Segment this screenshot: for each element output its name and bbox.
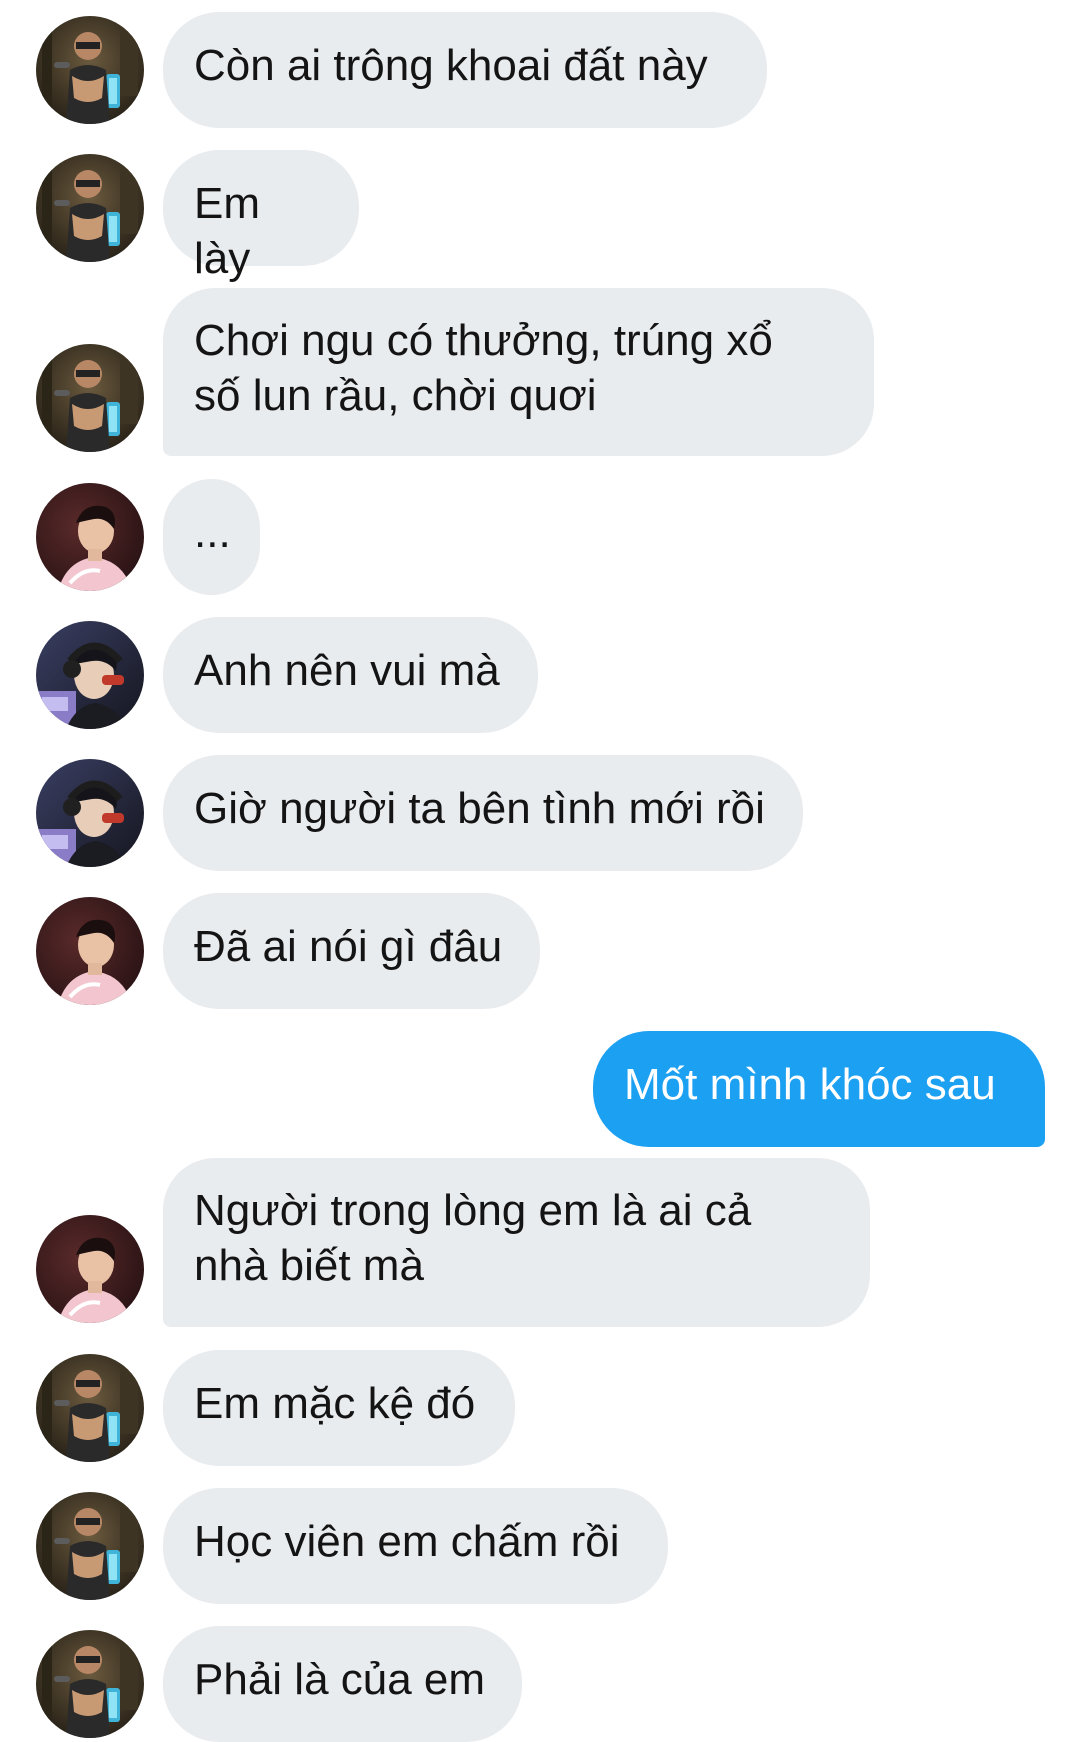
message-thread: Còn ai trông khoai đất này Em lày Chơi n…: [0, 0, 1080, 1742]
avatar-photo-headphones-icon: [36, 621, 144, 729]
avatar[interactable]: [36, 621, 144, 729]
message-row: Phải là của em: [0, 1626, 1080, 1742]
message-bubble[interactable]: Đã ai nói gì đâu: [163, 893, 540, 1009]
avatar[interactable]: [36, 1630, 144, 1738]
avatar-photo-gym-icon: [36, 1492, 144, 1600]
avatar-photo-gym-icon: [36, 1354, 144, 1462]
avatar[interactable]: [36, 1354, 144, 1462]
message-bubble[interactable]: Em mặc kệ đó: [163, 1350, 515, 1466]
avatar-photo-headphones-icon: [36, 759, 144, 867]
avatar-photo-gym-icon: [36, 344, 144, 452]
message-row: Học viên em chấm rồi: [0, 1488, 1080, 1604]
avatar[interactable]: [36, 483, 144, 591]
avatar[interactable]: [36, 1215, 144, 1323]
message-row: Chơi ngu có thưởng, trúng xổ số lun rầu,…: [0, 288, 1080, 456]
message-bubble[interactable]: Giờ người ta bên tình mới rồi: [163, 755, 803, 871]
avatar-photo-gym-icon: [36, 16, 144, 124]
message-row-outgoing: Mốt mình khóc sau: [0, 1031, 1080, 1147]
message-row: Giờ người ta bên tình mới rồi: [0, 755, 1080, 871]
message-row: ...: [0, 479, 1080, 595]
avatar[interactable]: [36, 759, 144, 867]
message-bubble[interactable]: ...: [163, 479, 260, 595]
message-row: Đã ai nói gì đâu: [0, 893, 1080, 1009]
avatar-photo-gym-icon: [36, 154, 144, 262]
message-row: Anh nên vui mà: [0, 617, 1080, 733]
message-bubble[interactable]: Người trong lòng em là ai cả nhà biết mà: [163, 1158, 870, 1327]
message-bubble[interactable]: Anh nên vui mà: [163, 617, 538, 733]
avatar[interactable]: [36, 344, 144, 452]
message-row: Em mặc kệ đó: [0, 1350, 1080, 1466]
message-row: Người trong lòng em là ai cả nhà biết mà: [0, 1158, 1080, 1327]
message-bubble-outgoing[interactable]: Mốt mình khóc sau: [593, 1031, 1045, 1147]
avatar-photo-profile-icon: [36, 897, 144, 1005]
message-bubble[interactable]: Còn ai trông khoai đất này: [163, 12, 767, 128]
avatar[interactable]: [36, 897, 144, 1005]
avatar[interactable]: [36, 1492, 144, 1600]
avatar-photo-profile-icon: [36, 1215, 144, 1323]
message-bubble[interactable]: Học viên em chấm rồi: [163, 1488, 668, 1604]
message-bubble[interactable]: Chơi ngu có thưởng, trúng xổ số lun rầu,…: [163, 288, 874, 456]
message-bubble[interactable]: Phải là của em: [163, 1626, 522, 1742]
message-row: Còn ai trông khoai đất này: [0, 12, 1080, 128]
message-row: Em lày: [0, 150, 1080, 283]
avatar[interactable]: [36, 16, 144, 124]
avatar[interactable]: [36, 154, 144, 262]
avatar-photo-profile-icon: [36, 483, 144, 591]
avatar-photo-gym-icon: [36, 1630, 144, 1738]
message-bubble[interactable]: Em lày: [163, 150, 359, 283]
